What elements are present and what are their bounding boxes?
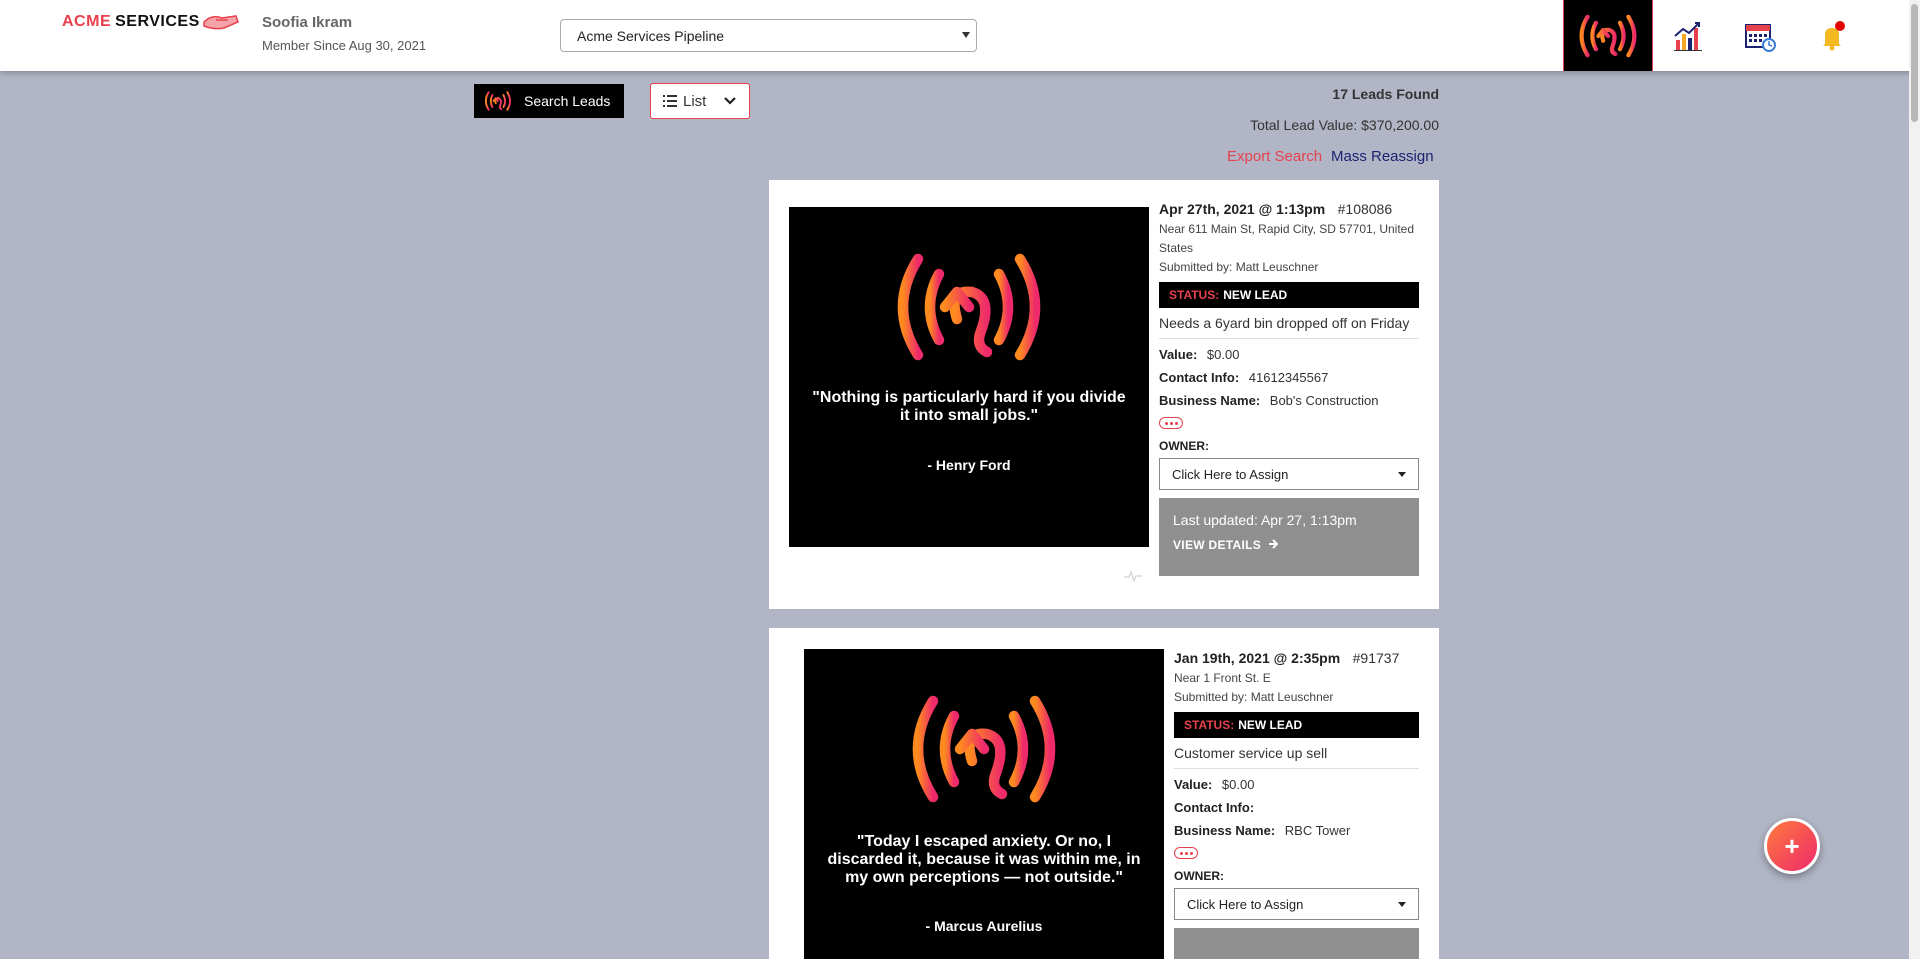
scrollbar-thumb[interactable]	[1911, 4, 1918, 122]
lead-address: Near 611 Main St, Rapid City, SD 57701, …	[1159, 222, 1415, 255]
mass-reassign-link[interactable]: Mass Reassign	[1331, 148, 1434, 165]
lead-description: Customer service up sell	[1174, 738, 1419, 769]
quote-author: - Marcus Aurelius	[925, 918, 1043, 934]
business-value: RBC Tower	[1284, 823, 1351, 838]
lead-footer: Last updated: Apr 27, 1:13pm VIEW DETAIL…	[1159, 498, 1419, 576]
pipeline-select-value: Acme Services Pipeline	[577, 27, 725, 44]
owner-label: OWNER:	[1174, 869, 1224, 883]
pipeline-select[interactable]: Acme Services Pipeline	[560, 19, 977, 52]
contact-value: 41612345567	[1248, 370, 1329, 385]
leads-found-count: 17 Leads Found	[1332, 86, 1439, 102]
status-label: STATUS:	[1184, 718, 1235, 732]
value-amount: $0.00	[1206, 347, 1240, 362]
caret-down-icon	[1398, 472, 1406, 477]
lead-submitted-by: Submitted by: Matt Leuschner	[1174, 690, 1334, 704]
stats-chart-icon	[1674, 21, 1702, 51]
nav-leads[interactable]	[1563, 0, 1653, 71]
logo-services: SERVICES	[115, 13, 200, 30]
lead-info: Jan 19th, 2021 @ 2:35pm #91737 Near 1 Fr…	[1174, 650, 1419, 959]
quote-image: "Nothing is particularly hard if you div…	[789, 207, 1149, 547]
nav-calendar[interactable]	[1736, 0, 1784, 71]
lead-business-field: Business Name: Bob's Construction	[1159, 393, 1419, 408]
search-leads-label: Search Leads	[524, 93, 611, 109]
pulse-icon	[1124, 570, 1142, 582]
lead-date: Apr 27th, 2021 @ 1:13pm	[1159, 201, 1326, 217]
owner-assign-value: Click Here to Assign	[1187, 896, 1304, 912]
status-badge: STATUS: NEW LEAD	[1159, 282, 1419, 308]
status-badge: STATUS: NEW LEAD	[1174, 712, 1419, 738]
scrollbar-track[interactable]	[1909, 0, 1920, 959]
status-label: STATUS:	[1169, 288, 1220, 302]
lead-card: "Today I escaped anxiety. Or no, I disca…	[769, 628, 1439, 959]
value-label: Value:	[1159, 347, 1198, 362]
last-updated: Last updated: Apr 27, 1:13pm	[1173, 512, 1357, 528]
handshake-logo-icon	[202, 15, 239, 30]
lead-description: Needs a 6yard bin dropped off on Friday	[1159, 308, 1419, 339]
more-options-icon[interactable]	[1174, 847, 1198, 859]
business-value: Bob's Construction	[1269, 393, 1379, 408]
search-leads-button[interactable]: Search Leads	[474, 84, 624, 118]
view-details-link[interactable]: VIEW DETAILS	[1173, 538, 1405, 552]
arrow-right-icon	[1268, 539, 1279, 549]
lead-value-field: Value: $0.00	[1159, 347, 1419, 362]
signal-logo-icon	[484, 90, 512, 112]
quote-text: "Nothing is particularly hard if you div…	[812, 389, 1126, 424]
quote-author: - Henry Ford	[927, 457, 1011, 473]
signal-logo-icon	[887, 247, 1051, 367]
status-value: NEW LEAD	[1223, 288, 1288, 302]
nav-notifications[interactable]	[1808, 0, 1856, 71]
view-mode-label: List	[683, 92, 707, 110]
view-details-label: VIEW DETAILS	[1173, 538, 1262, 552]
value-amount: $0.00	[1221, 777, 1255, 792]
lead-info: Apr 27th, 2021 @ 1:13pm #108086 Near 611…	[1159, 201, 1419, 576]
view-mode-dropdown[interactable]: List	[650, 83, 750, 119]
value-label: Value:	[1174, 777, 1213, 792]
list-icon	[663, 95, 677, 107]
chevron-down-icon	[724, 97, 737, 105]
caret-down-icon	[1398, 902, 1406, 907]
lead-card: "Nothing is particularly hard if you div…	[769, 180, 1439, 609]
member-since: Member Since Aug 30, 2021	[262, 38, 427, 53]
owner-assign-select[interactable]: Click Here to Assign	[1174, 888, 1419, 920]
owner-assign-value: Click Here to Assign	[1172, 466, 1289, 482]
plus-icon: +	[1784, 830, 1800, 861]
export-search-link[interactable]: Export Search	[1227, 148, 1322, 165]
owner-assign-select[interactable]: Click Here to Assign	[1159, 458, 1419, 490]
status-value: NEW LEAD	[1238, 718, 1303, 732]
add-lead-button[interactable]: +	[1764, 818, 1820, 874]
bell-icon	[1823, 20, 1845, 50]
lead-footer	[1174, 928, 1419, 959]
nav-stats[interactable]	[1664, 0, 1712, 71]
contact-label: Contact Info:	[1159, 370, 1240, 385]
logo-acme: ACME	[62, 13, 112, 30]
owner-label: OWNER:	[1159, 439, 1209, 453]
signal-logo-icon	[1578, 12, 1638, 60]
lead-submitted-by: Submitted by: Matt Leuschner	[1159, 260, 1319, 274]
quote-text: "Today I escaped anxiety. Or no, I disca…	[827, 833, 1141, 886]
chevron-down-icon	[962, 32, 970, 38]
acme-logo[interactable]: ACME SERVICES	[62, 12, 240, 32]
user-name: Soofia Ikram	[262, 14, 353, 31]
contact-label: Contact Info:	[1174, 800, 1255, 815]
lead-contact-field: Contact Info: 41612345567	[1159, 370, 1419, 385]
lead-business-field: Business Name: RBC Tower	[1174, 823, 1419, 838]
lead-id: #91737	[1352, 650, 1400, 666]
signal-logo-icon	[902, 689, 1066, 809]
calendar-icon	[1745, 23, 1776, 52]
business-label: Business Name:	[1159, 393, 1261, 408]
lead-contact-field: Contact Info:	[1174, 800, 1419, 815]
total-lead-value: Total Lead Value: $370,200.00	[1250, 117, 1439, 133]
lead-date: Jan 19th, 2021 @ 2:35pm	[1174, 650, 1341, 666]
lead-value-field: Value: $0.00	[1174, 777, 1419, 792]
business-label: Business Name:	[1174, 823, 1276, 838]
lead-id: #108086	[1337, 201, 1393, 217]
more-options-icon[interactable]	[1159, 417, 1183, 429]
quote-image: "Today I escaped anxiety. Or no, I disca…	[804, 649, 1164, 959]
lead-address: Near 1 Front St. E	[1174, 671, 1271, 685]
top-header: ACME SERVICES Soofia Ikram Member Since …	[0, 0, 1920, 71]
